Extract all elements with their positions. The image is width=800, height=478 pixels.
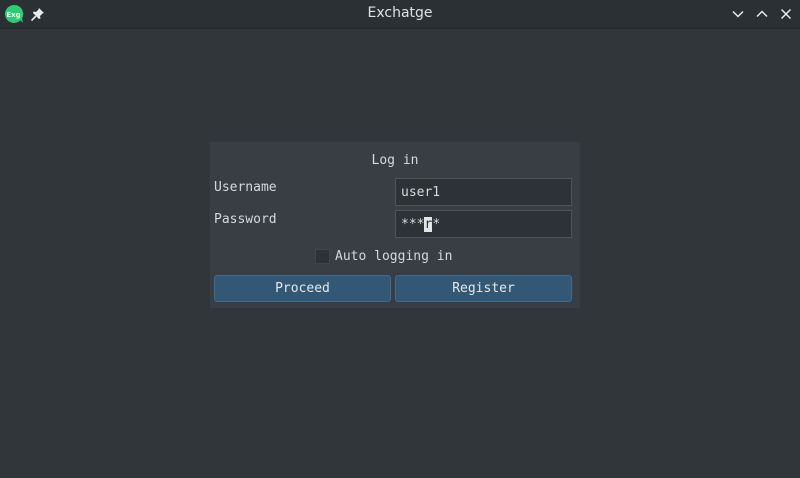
- minimize-icon[interactable]: [729, 5, 747, 23]
- maximize-icon[interactable]: [753, 5, 771, 23]
- auto-login-checkbox[interactable]: [315, 249, 330, 264]
- window-title: Exchatge: [367, 5, 433, 21]
- title-bar[interactable]: Exg Exchatge: [0, 0, 800, 29]
- password-label: Password: [214, 212, 277, 227]
- username-label: Username: [214, 180, 277, 195]
- auto-login-label[interactable]: Auto logging in: [335, 249, 452, 264]
- proceed-button[interactable]: Proceed: [214, 275, 391, 302]
- username-input[interactable]: user1: [395, 178, 572, 206]
- username-value: user1: [401, 185, 441, 200]
- login-title: Log in: [371, 153, 419, 168]
- register-button[interactable]: Register: [395, 275, 572, 302]
- app-window: Exg Exchatge Log in Username user1 Passw…: [0, 0, 800, 478]
- password-input[interactable]: ***r*: [395, 210, 572, 238]
- password-masked-before: ***: [401, 217, 425, 232]
- password-masked-after: *: [432, 217, 441, 232]
- login-panel: Log in Username user1 Password ***r* Aut…: [210, 142, 580, 308]
- close-icon[interactable]: [777, 5, 795, 23]
